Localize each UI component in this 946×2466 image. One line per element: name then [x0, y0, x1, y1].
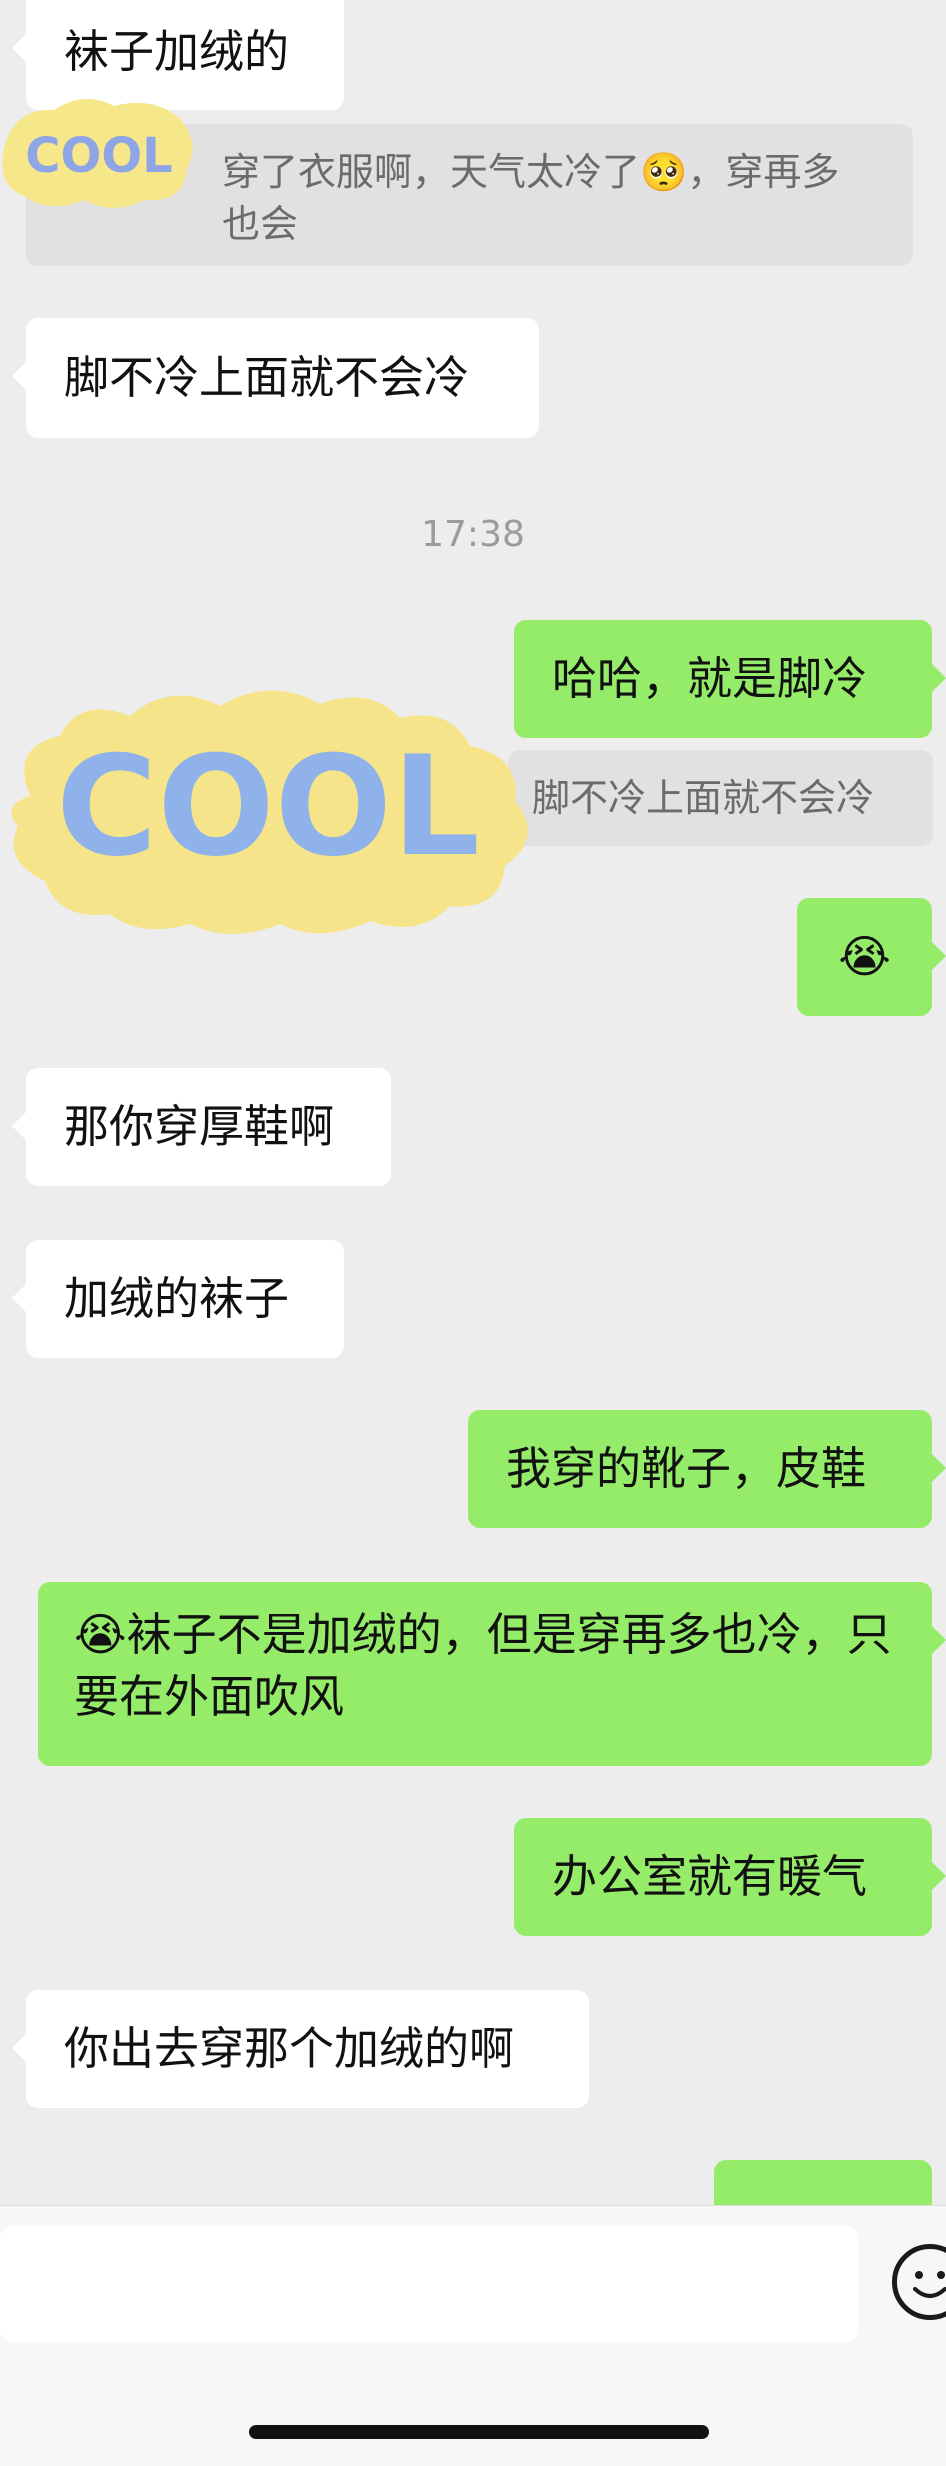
- sticker-text: COOL: [25, 128, 172, 184]
- message-text: 😭袜子不是加绒的，但是穿再多也冷，只要在外面吹风: [74, 1608, 892, 1723]
- message-bubble-outgoing[interactable]: 办公室就有暖气: [514, 1818, 946, 1936]
- cool-sticker-small[interactable]: COOL: [0, 88, 204, 218]
- message-bubble-incoming[interactable]: 你出去穿那个加绒的啊: [12, 1990, 589, 2108]
- message-bubble-outgoing[interactable]: 😭: [797, 898, 946, 1016]
- crying-laughing-emoji-icon: 😭: [838, 930, 891, 983]
- message-text: 袜子加绒的: [64, 25, 290, 78]
- smiley-face-icon[interactable]: [892, 2244, 946, 2320]
- smiley-face-icon-glyph: [913, 2271, 946, 2298]
- quoted-message[interactable]: 脚不冷上面就不会冷: [508, 750, 933, 846]
- timestamp: 17:38: [421, 514, 525, 555]
- message-text: 那你穿厚鞋啊: [64, 1100, 335, 1153]
- quoted-text: 脚不冷上面就不会冷: [532, 776, 875, 820]
- message-text: 加绒的袜子: [64, 1272, 290, 1325]
- message-bubble-incoming[interactable]: 脚不冷上面就不会冷: [12, 318, 539, 438]
- message-text: 我穿的靴子，皮鞋: [506, 1442, 867, 1495]
- message-text: 办公室就有暖气: [552, 1850, 868, 1903]
- message-bubble-outgoing[interactable]: 我穿的靴子，皮鞋: [468, 1410, 946, 1528]
- cool-sticker-large[interactable]: COOL: [0, 676, 546, 946]
- message-bubble-incoming[interactable]: 加绒的袜子: [12, 1240, 344, 1358]
- quoted-text: 穿了衣服啊，天气太冷了🥺，穿再多也会: [222, 150, 840, 246]
- message-text: 你出去穿那个加绒的啊: [64, 2022, 515, 2075]
- message-bubble-outgoing[interactable]: 哈哈，就是脚冷: [514, 620, 946, 738]
- home-indicator[interactable]: [249, 2425, 709, 2439]
- message-input[interactable]: [0, 2226, 858, 2342]
- message-bubble-outgoing[interactable]: 😭袜子不是加绒的，但是穿再多也冷，只要在外面吹风: [38, 1582, 946, 1766]
- message-text: 脚不冷上面就不会冷: [64, 351, 470, 404]
- sticker-text: COOL: [56, 726, 480, 887]
- message-bubble-incoming[interactable]: 那你穿厚鞋啊: [12, 1068, 391, 1186]
- message-text: 哈哈，就是脚冷: [552, 652, 868, 705]
